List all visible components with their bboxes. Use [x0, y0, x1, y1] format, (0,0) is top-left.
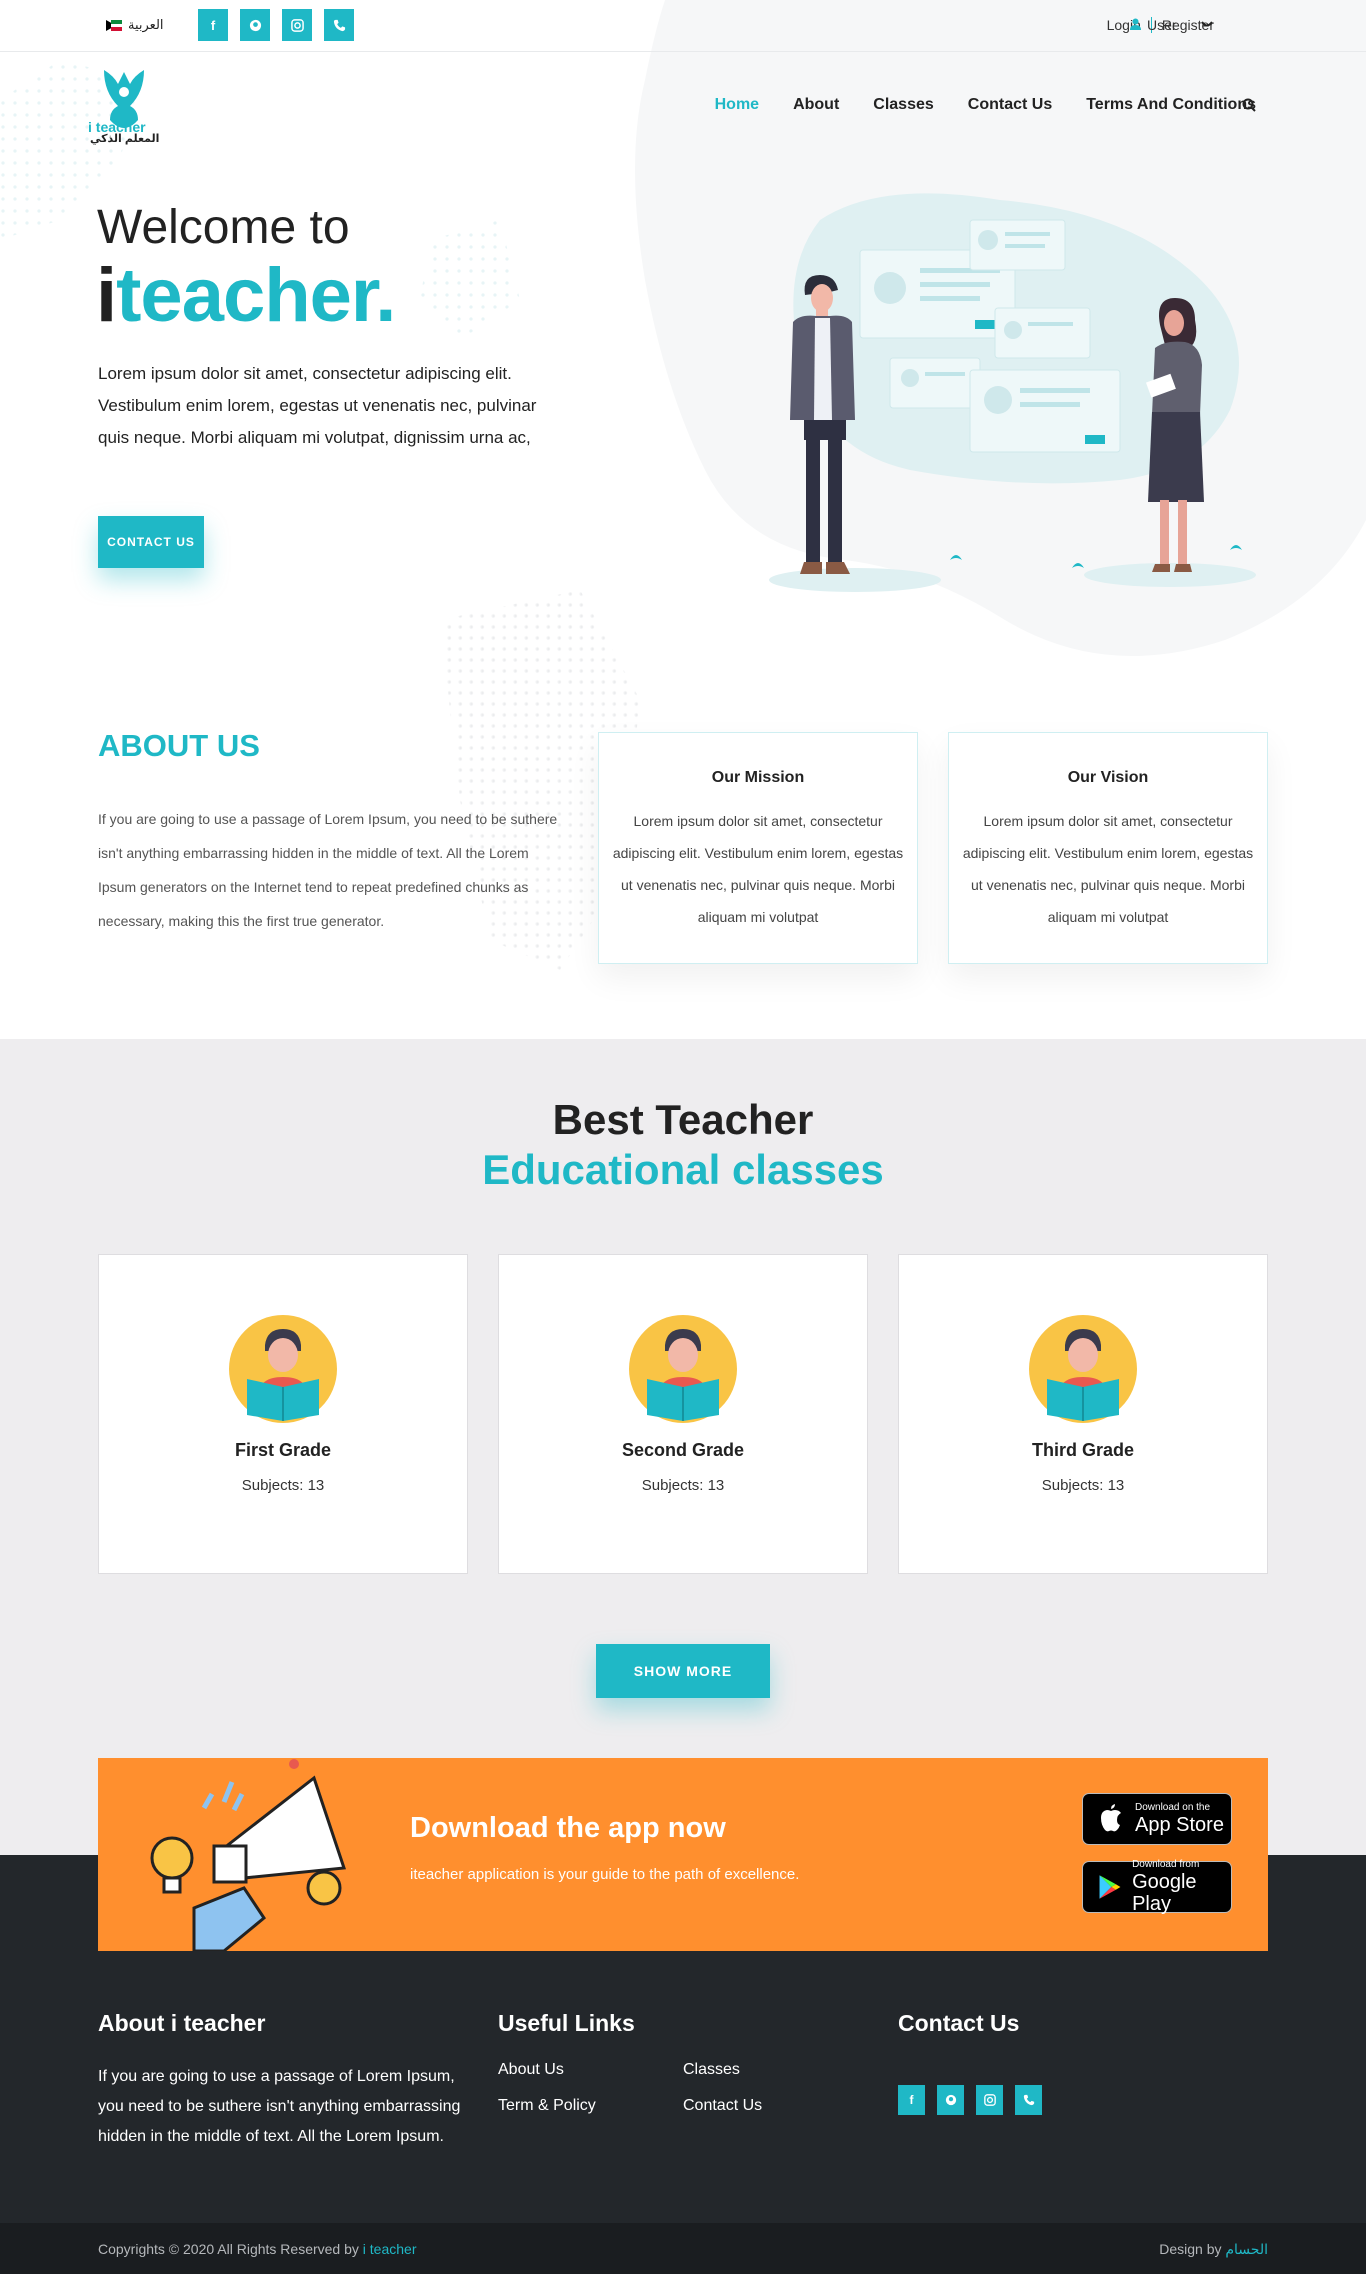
instagram-icon[interactable] — [976, 2085, 1003, 2115]
nav-item-about[interactable]: About — [793, 96, 839, 114]
grade-card-first[interactable]: First Grade Subjects: 13 — [98, 1254, 468, 1574]
about-title: ABOUT US — [98, 728, 260, 763]
app-banner-title: Download the app now — [410, 1812, 726, 1844]
copyright-text: Copyrights © 2020 All Rights Reserved by… — [98, 2241, 416, 2257]
grade-subjects: Subjects: 13 — [641, 1477, 725, 1494]
grade-subjects: Subjects: 13 — [241, 1477, 325, 1494]
student-reading-icon — [629, 1315, 737, 1423]
user-menu[interactable]: User — [1130, 17, 1213, 33]
design-credit: Design by الحسام — [1159, 2241, 1268, 2258]
grade-name: First Grade — [234, 1440, 332, 1460]
nav-item-classes[interactable]: Classes — [873, 96, 934, 114]
logo-text-arabic: المعلم الذكي — [90, 133, 160, 145]
google-play-button[interactable]: Download from Google Play — [1082, 1859, 1232, 1915]
social-links-footer: f — [898, 2085, 1042, 2115]
grade-subjects: Subjects: 13 — [1041, 1477, 1125, 1494]
user-icon — [1130, 18, 1141, 33]
show-more-button[interactable]: SHOW MORE — [596, 1644, 770, 1698]
top-bar: العربية f Login Register User — [0, 0, 1366, 52]
phone-icon[interactable] — [324, 9, 354, 41]
phone-icon[interactable] — [1015, 2085, 1042, 2115]
footer-link-term-policy[interactable]: Term & Policy — [498, 2097, 596, 2115]
chevron-down-icon — [1200, 18, 1213, 32]
app-store-button[interactable]: Download on the App Store — [1082, 1793, 1232, 1845]
footer-about-title: About i teacher — [98, 2010, 266, 2036]
grade-card-second[interactable]: Second Grade Subjects: 13 — [498, 1254, 868, 1574]
app-banner-subtitle: iteacher application is your guide to th… — [410, 1866, 800, 1883]
grade-name: Second Grade — [621, 1440, 745, 1460]
footer-about-text: If you are going to use a passage of Lor… — [98, 2068, 461, 2145]
design-brand-link[interactable]: الحسام — [1225, 2241, 1268, 2257]
student-reading-icon — [1029, 1315, 1137, 1423]
mission-title: Our Mission — [711, 769, 805, 786]
nav-item-home[interactable]: Home — [715, 96, 759, 114]
nav-item-contact[interactable]: Contact Us — [968, 96, 1052, 114]
mission-card: Our Mission Lorem ipsum dolor sit amet, … — [598, 732, 918, 964]
snapchat-icon[interactable] — [240, 9, 270, 41]
vision-card: Our Vision Lorem ipsum dolor sit amet, c… — [948, 732, 1268, 964]
nav-item-terms[interactable]: Terms And Conditions — [1086, 96, 1256, 114]
copyright-prefix: Copyrights © 2020 All Rights Reserved by — [98, 2241, 363, 2257]
user-label: User — [1147, 17, 1177, 33]
grade-card-third[interactable]: Third Grade Subjects: 13 — [898, 1254, 1268, 1574]
app-download-banner: Download the app now iteacher applicatio… — [98, 1758, 1268, 1951]
footer-link-classes[interactable]: Classes — [683, 2061, 740, 2079]
about-text: If you are going to use a passage of Lor… — [98, 811, 558, 929]
language-switch-link[interactable]: العربية — [128, 17, 164, 33]
search-icon[interactable] — [1242, 98, 1256, 116]
hero-welcome: Welcome to — [97, 201, 350, 254]
vision-title: Our Vision — [1067, 769, 1149, 786]
app-store-small-text: Download on the — [1135, 1802, 1211, 1813]
facebook-icon[interactable]: f — [198, 9, 228, 41]
apple-icon — [1101, 1804, 1121, 1832]
google-play-small-text: Download from — [1132, 1859, 1200, 1870]
kuwait-flag-icon — [106, 20, 122, 32]
facebook-icon[interactable]: f — [898, 2085, 925, 2115]
google-play-big-text: Google Play — [1132, 1871, 1197, 1915]
footer-links-title: Useful Links — [498, 2010, 635, 2036]
footer-link-about[interactable]: About Us — [498, 2061, 564, 2079]
hero-description: Lorem ipsum dolor sit amet, consectetur … — [98, 364, 537, 447]
student-reading-icon — [229, 1315, 337, 1423]
mission-text: Lorem ipsum dolor sit amet, consectetur … — [612, 813, 904, 925]
megaphone-illustration — [150, 1759, 347, 1951]
social-links-top: f — [198, 9, 354, 41]
classes-heading: Best Teacher — [552, 1096, 814, 1143]
hero-brand-rest: teacher. — [116, 253, 396, 338]
hero-brand: iteacher. — [96, 258, 396, 334]
copyright-brand-link[interactable]: i teacher — [363, 2241, 417, 2257]
snapchat-icon[interactable] — [937, 2085, 964, 2115]
grade-name: Third Grade — [1031, 1440, 1134, 1460]
footer-link-contact[interactable]: Contact Us — [683, 2097, 762, 2115]
main-nav: Home About Classes Contact Us Terms And … — [715, 96, 1256, 114]
contact-us-button[interactable]: CONTACT US — [98, 516, 204, 568]
classes-subheading: Educational classes — [482, 1146, 884, 1193]
design-prefix: Design by — [1159, 2241, 1226, 2257]
vision-text: Lorem ipsum dolor sit amet, consectetur … — [962, 813, 1254, 925]
instagram-icon[interactable] — [282, 9, 312, 41]
footer-contact-title: Contact Us — [898, 2010, 1020, 2036]
hero-illustration — [769, 193, 1256, 592]
google-play-icon — [1099, 1875, 1121, 1899]
app-store-big-text: App Store — [1135, 1814, 1224, 1836]
hero-brand-first: i — [96, 253, 117, 338]
